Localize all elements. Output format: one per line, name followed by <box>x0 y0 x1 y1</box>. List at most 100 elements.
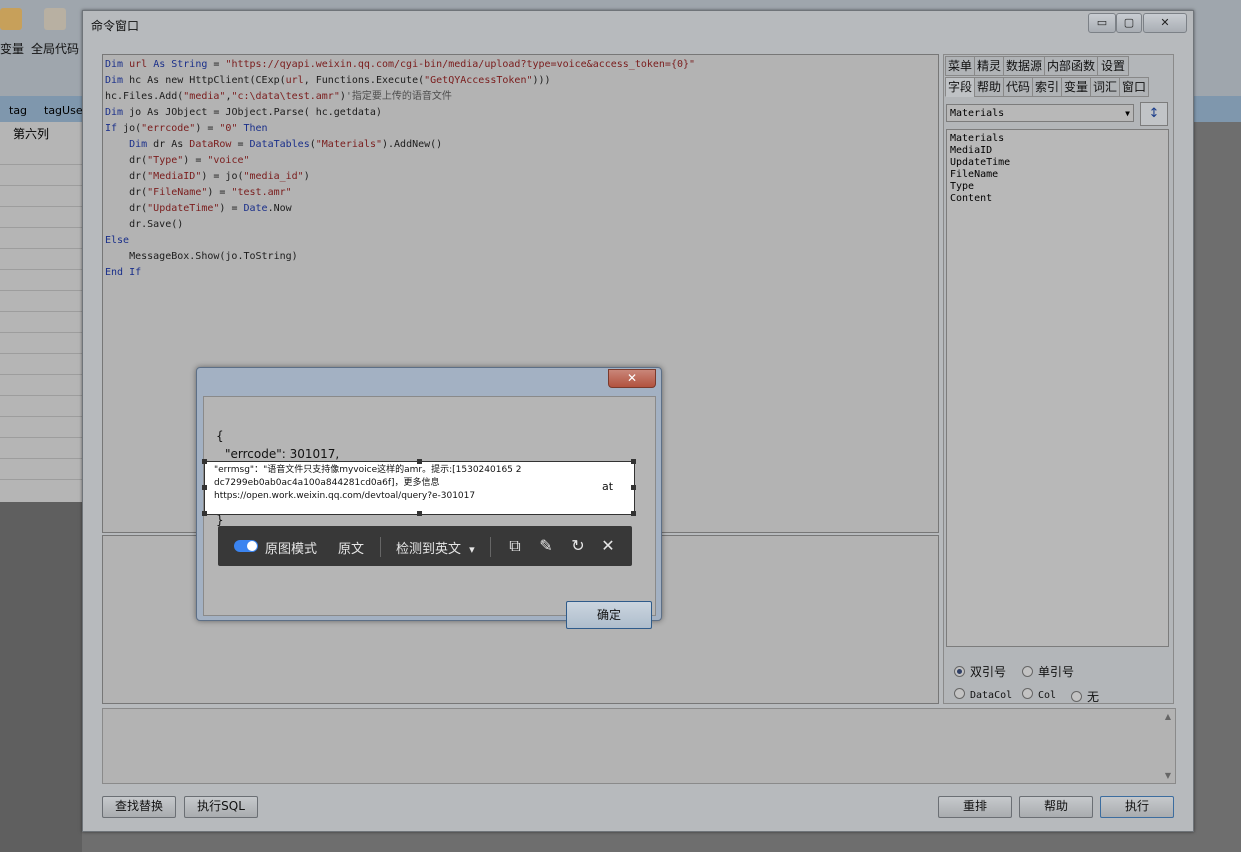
help-button[interactable]: 帮助 <box>1019 796 1093 818</box>
code-token: dr( <box>105 187 148 198</box>
code-token: "c:\data\test.amr" <box>231 91 340 102</box>
rearrange-button[interactable]: 重排 <box>938 796 1012 818</box>
code-token: "errcode" <box>141 123 196 134</box>
code-token: Dim <box>105 139 154 150</box>
scroll-down-icon[interactable]: ▼ <box>1165 771 1171 780</box>
tab-index[interactable]: 索引 <box>1032 77 1062 97</box>
code-line: dr("MediaID") = jo("media_id") <box>105 169 695 185</box>
resize-handle[interactable] <box>202 485 207 490</box>
detect-language-dropdown[interactable]: 检测到英文 ▾ <box>396 538 475 557</box>
output-box[interactable]: ▲ ▼ <box>102 708 1176 784</box>
translation-toolbar: 原图模式 原文 检测到英文 ▾ ⧉ ✎ ↻ ✕ <box>218 526 632 566</box>
table-select[interactable]: Materials ▼ <box>946 104 1134 122</box>
code-token: ).AddNew() <box>382 139 443 150</box>
exec-sql-button[interactable]: 执行SQL <box>184 796 258 818</box>
ok-button[interactable]: 确定 <box>566 601 652 629</box>
translation-line: https://open.work.weixin.qq.com/devtoal/… <box>214 491 476 501</box>
column-label[interactable]: 第六列 <box>13 125 49 142</box>
code-token: ) = <box>219 203 244 214</box>
translation-suffix: at <box>602 480 614 493</box>
tab-vocabulary[interactable]: 词汇 <box>1090 77 1120 97</box>
code-token: "media" <box>183 91 226 102</box>
radio-dot <box>954 688 965 699</box>
global-code-icon <box>44 8 66 30</box>
copy-icon[interactable]: ⧉ <box>505 536 525 556</box>
field-item[interactable]: Type <box>950 181 1165 193</box>
code-line: Else <box>105 233 695 249</box>
tab-help[interactable]: 帮助 <box>974 77 1004 97</box>
field-item[interactable]: MediaID <box>950 145 1165 157</box>
tab-settings[interactable]: 设置 <box>1097 56 1129 76</box>
field-item[interactable]: Materials <box>950 133 1165 145</box>
code-line: Dim url As String = "https://qyapi.weixi… <box>105 57 695 73</box>
close-button[interactable]: ✕ <box>1143 13 1187 33</box>
code-token: hc.Files.Add( <box>105 91 184 102</box>
tab-variables[interactable]: 变量 <box>1061 77 1091 97</box>
code-token: DataRow <box>189 139 232 150</box>
code-line: dr("UpdateTime") = Date.Now <box>105 201 695 217</box>
translation-box: "errmsg"："语音文件只支持像myvoice这样的amr。提示:[1530… <box>202 459 636 516</box>
radio-label: 双引号 <box>970 665 1007 679</box>
radio-label: Col <box>1038 690 1057 701</box>
minimize-button[interactable]: ▭ <box>1088 13 1116 33</box>
tab-window[interactable]: 窗口 <box>1119 77 1149 97</box>
tab-datasource[interactable]: 数据源 <box>1003 56 1045 76</box>
tab-menu[interactable]: 菜单 <box>945 56 975 76</box>
resize-handle[interactable] <box>202 459 207 464</box>
execute-button[interactable]: 执行 <box>1100 796 1174 818</box>
code-token: , Functions.Execute( <box>303 75 425 86</box>
code-token: Then <box>237 123 268 134</box>
code-token: "FileName" <box>147 187 208 198</box>
original-text-button[interactable]: 原文 <box>338 538 364 557</box>
toolbar-label-variable[interactable]: 变量 <box>0 40 24 57</box>
field-item[interactable]: FileName <box>950 169 1165 181</box>
variable-icon <box>0 8 22 30</box>
maximize-button[interactable]: ▢ <box>1116 13 1142 33</box>
resize-handle[interactable] <box>631 485 636 490</box>
code-token: = <box>207 59 226 70</box>
field-item[interactable]: Content <box>950 193 1165 205</box>
scroll-up-icon[interactable]: ▲ <box>1165 712 1171 721</box>
tab-fields[interactable]: 字段 <box>945 77 975 97</box>
resize-handle[interactable] <box>202 511 207 516</box>
code-token: Date <box>243 203 268 214</box>
code-token: End If <box>105 267 142 278</box>
tab-code[interactable]: 代码 <box>1003 77 1033 97</box>
retry-icon[interactable]: ↻ <box>568 536 588 556</box>
column-header-tag[interactable]: tag <box>9 104 27 117</box>
toolbar-label-global-code[interactable]: 全局代码 <box>31 40 79 57</box>
edit-icon[interactable]: ✎ <box>536 536 556 556</box>
code-token: dr( <box>105 203 148 214</box>
code-line: MessageBox.Show(jo.ToString) <box>105 249 695 265</box>
resize-handle[interactable] <box>631 459 636 464</box>
resize-handle[interactable] <box>417 459 422 464</box>
original-mode-label[interactable]: 原图模式 <box>265 538 317 557</box>
code-token: ) = <box>207 187 232 198</box>
radio-datacol[interactable]: DataCol <box>954 688 1012 701</box>
code-token: "media_id" <box>243 171 304 182</box>
code-line: dr("FileName") = "test.amr" <box>105 185 695 201</box>
radio-none[interactable]: 无 <box>1071 688 1099 705</box>
column-header-taguse[interactable]: tagUse <box>44 104 83 117</box>
background-grid: 第六列 <box>0 122 83 502</box>
tab-wizard[interactable]: 精灵 <box>974 56 1004 76</box>
find-replace-button[interactable]: 查找替换 <box>102 796 176 818</box>
radio-double-quote[interactable]: 双引号 <box>954 663 1006 680</box>
separator <box>380 537 381 557</box>
field-list[interactable]: Materials MediaID UpdateTime FileName Type Co… <box>946 129 1169 647</box>
code-token: "MediaID" <box>147 171 202 182</box>
resize-handle[interactable] <box>631 511 636 516</box>
close-icon[interactable]: ✕ <box>598 536 618 556</box>
message-close-button[interactable]: ✕ <box>608 369 656 388</box>
chevron-down-icon: ▼ <box>1125 109 1130 118</box>
field-item[interactable]: UpdateTime <box>950 157 1165 169</box>
json-close-brace: } <box>216 513 224 527</box>
code-token: "voice" <box>207 155 250 166</box>
code-token: "GetQYAccessToken" <box>424 75 533 86</box>
original-mode-toggle[interactable] <box>234 540 258 552</box>
radio-single-quote[interactable]: 单引号 <box>1022 663 1074 680</box>
resize-handle[interactable] <box>417 511 422 516</box>
sort-button[interactable]: ↕ <box>1140 102 1168 126</box>
tab-functions[interactable]: 内部函数 <box>1044 56 1098 76</box>
radio-col[interactable]: Col <box>1022 688 1056 701</box>
